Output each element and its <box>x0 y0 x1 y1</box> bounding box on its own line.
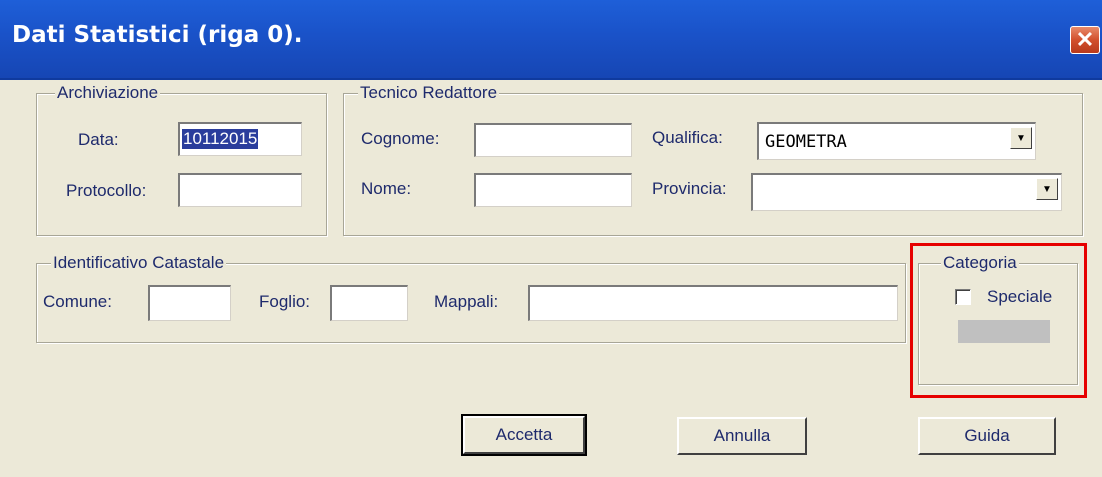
chevron-down-icon[interactable]: ▼ <box>1010 127 1032 149</box>
guida-button[interactable]: Guida <box>918 417 1056 455</box>
qualifica-label: Qualifica: <box>652 128 723 147</box>
categoria-highlight-box <box>910 243 1087 398</box>
provincia-label: Provincia: <box>652 179 727 198</box>
qualifica-select[interactable]: GEOMETRA ▼ <box>757 122 1036 160</box>
comune-field[interactable] <box>148 285 231 321</box>
cognome-field[interactable] <box>474 123 632 157</box>
identificativo-catastale-legend: Identificativo Catastale <box>51 253 227 273</box>
chevron-down-icon[interactable]: ▼ <box>1036 178 1058 200</box>
archiviazione-legend: Archiviazione <box>55 83 161 103</box>
protocollo-label: Protocollo: <box>66 181 147 200</box>
title-bar: Dati Statistici (riga 0). ✕ <box>0 0 1102 80</box>
window-title: Dati Statistici (riga 0). <box>12 22 303 48</box>
qualifica-value: GEOMETRA <box>765 132 847 152</box>
accetta-button[interactable]: Accetta <box>461 414 587 456</box>
accetta-button-label: Accetta <box>495 425 553 444</box>
nome-label: Nome: <box>361 179 412 198</box>
data-label: Data: <box>78 130 119 149</box>
protocollo-field[interactable] <box>178 173 302 207</box>
foglio-label: Foglio: <box>259 292 311 311</box>
provincia-select[interactable]: ▼ <box>751 173 1062 211</box>
nome-field[interactable] <box>474 173 632 207</box>
annulla-button[interactable]: Annulla <box>677 417 807 455</box>
tecnico-redattore-legend: Tecnico Redattore <box>358 83 500 103</box>
cognome-label: Cognome: <box>361 129 440 148</box>
foglio-field[interactable] <box>330 285 408 321</box>
close-icon: ✕ <box>1075 27 1095 52</box>
archiviazione-group: Archiviazione <box>36 83 327 236</box>
data-value: 10112015 <box>182 129 259 149</box>
close-button[interactable]: ✕ <box>1070 26 1100 54</box>
mappali-field[interactable] <box>528 285 898 321</box>
tecnico-redattore-group: Tecnico Redattore <box>343 83 1083 236</box>
data-field[interactable]: 10112015 <box>178 122 302 156</box>
mappali-label: Mappali: <box>434 292 499 311</box>
annulla-button-label: Annulla <box>713 426 771 445</box>
guida-button-label: Guida <box>964 426 1010 445</box>
comune-label: Comune: <box>43 292 112 311</box>
